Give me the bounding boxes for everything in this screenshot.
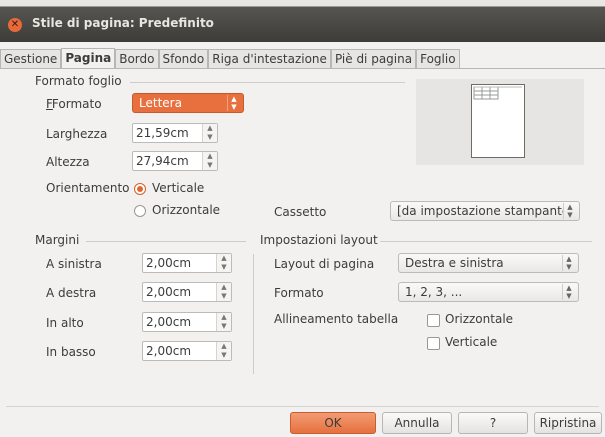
sinistra-spin[interactable]: 2,00cm ▲ ▼	[142, 253, 232, 273]
orientamento-label: Orientamento	[46, 181, 130, 195]
updown-icon: ▲ ▼	[562, 255, 575, 271]
page-grid-icon	[473, 86, 522, 100]
cassetto-value: [da impostazione stampante]	[397, 204, 563, 218]
basso-value: 2,00cm	[146, 344, 192, 358]
basso-label: In basso	[46, 345, 96, 359]
checkbox-verticale[interactable]	[427, 337, 440, 350]
verticale-checkbox-label[interactable]: Verticale	[445, 335, 497, 349]
updown-icon[interactable]: ▲ ▼	[216, 283, 231, 301]
larghezza-spin[interactable]: 21,59cm ▲ ▼	[132, 123, 218, 143]
altezza-label: Altezza	[46, 155, 90, 169]
ok-button[interactable]: OK	[290, 412, 376, 434]
page-preview-sheet	[471, 84, 525, 158]
tab-bordo[interactable]: Bordo	[115, 49, 159, 68]
background-window-strip	[0, 0, 605, 7]
ripristina-button[interactable]: Ripristina	[534, 412, 602, 434]
updown-icon: ▲ ▼	[563, 203, 576, 219]
divider	[86, 241, 246, 242]
tab-pie-di-pagina[interactable]: Piè di pagina	[330, 49, 417, 68]
alto-spin[interactable]: 2,00cm ▲ ▼	[142, 312, 232, 332]
formato-label: FFormato	[46, 97, 102, 111]
window-title: Stile di pagina: Predefinito	[32, 16, 214, 30]
updown-icon: ▲ ▼	[227, 95, 240, 111]
verticale-label[interactable]: Verticale	[152, 181, 204, 195]
tab-gestione[interactable]: Gestione	[0, 49, 62, 68]
checkbox-orizzontale[interactable]	[427, 314, 440, 327]
allineamento-label: Allineamento tabella	[274, 312, 399, 326]
sinistra-value: 2,00cm	[146, 256, 192, 270]
annulla-button[interactable]: Annulla	[382, 412, 452, 434]
updown-icon[interactable]: ▲ ▼	[216, 254, 231, 272]
layout-pagina-label: Layout di pagina	[274, 257, 375, 271]
formato-numerazione-select[interactable]: 1, 2, 3, ... ▲ ▼	[398, 282, 579, 302]
vertical-separator	[253, 254, 254, 374]
altezza-value: 27,94cm	[136, 154, 189, 168]
cassetto-select[interactable]: [da impostazione stampante] ▲ ▼	[390, 201, 580, 221]
layout-pagina-select[interactable]: Destra e sinistra ▲ ▼	[398, 253, 579, 273]
tab-bar: Gestione Pagina Bordo Sfondo Riga d'inte…	[0, 48, 460, 69]
updown-icon[interactable]: ▲ ▼	[216, 342, 231, 360]
formato-label-text: Formato	[51, 97, 102, 111]
destra-spin[interactable]: 2,00cm ▲ ▼	[142, 282, 232, 302]
tab-foglio[interactable]: Foglio	[416, 49, 460, 68]
altezza-spin[interactable]: 27,94cm ▲ ▼	[132, 151, 218, 171]
layout-pagina-value: Destra e sinistra	[405, 256, 504, 270]
tab-underline	[0, 68, 605, 69]
larghezza-value: 21,59cm	[136, 126, 189, 140]
radio-orizzontale[interactable]	[134, 205, 146, 217]
larghezza-label: Larghezza	[46, 127, 108, 141]
formato-foglio-heading: Formato foglio	[35, 74, 122, 88]
layout-heading: Impostazioni layout	[260, 233, 378, 247]
close-icon[interactable]: ✕	[8, 18, 22, 32]
orizzontale-checkbox-label[interactable]: Orizzontale	[445, 312, 513, 326]
updown-icon: ▲ ▼	[562, 284, 575, 300]
updown-icon[interactable]: ▲ ▼	[202, 124, 217, 142]
orizzontale-label[interactable]: Orizzontale	[152, 203, 220, 217]
help-button[interactable]: ?	[458, 412, 528, 434]
tab-riga-intestazione[interactable]: Riga d'intestazione	[208, 49, 331, 68]
formato-numerazione-value: 1, 2, 3, ...	[405, 285, 463, 299]
formato-value: Lettera	[139, 96, 182, 110]
divider	[130, 82, 405, 83]
destra-value: 2,00cm	[146, 285, 192, 299]
cassetto-label: Cassetto	[274, 205, 327, 219]
basso-spin[interactable]: 2,00cm ▲ ▼	[142, 341, 232, 361]
formato-select[interactable]: Lettera ▲ ▼	[132, 93, 244, 113]
updown-icon[interactable]: ▲ ▼	[202, 152, 217, 170]
tab-sfondo[interactable]: Sfondo	[158, 49, 209, 68]
sinistra-label: A sinistra	[46, 257, 102, 271]
alto-label: In alto	[46, 316, 84, 330]
panel-bottom-border	[6, 406, 599, 407]
alto-value: 2,00cm	[146, 315, 192, 329]
formato-numerazione-label: Formato	[274, 286, 324, 300]
updown-icon[interactable]: ▲ ▼	[216, 313, 231, 331]
tab-pagina[interactable]: Pagina	[61, 48, 116, 69]
destra-label: A destra	[46, 286, 97, 300]
margini-heading: Margini	[35, 233, 80, 247]
radio-verticale[interactable]	[134, 183, 146, 195]
divider	[380, 241, 592, 242]
